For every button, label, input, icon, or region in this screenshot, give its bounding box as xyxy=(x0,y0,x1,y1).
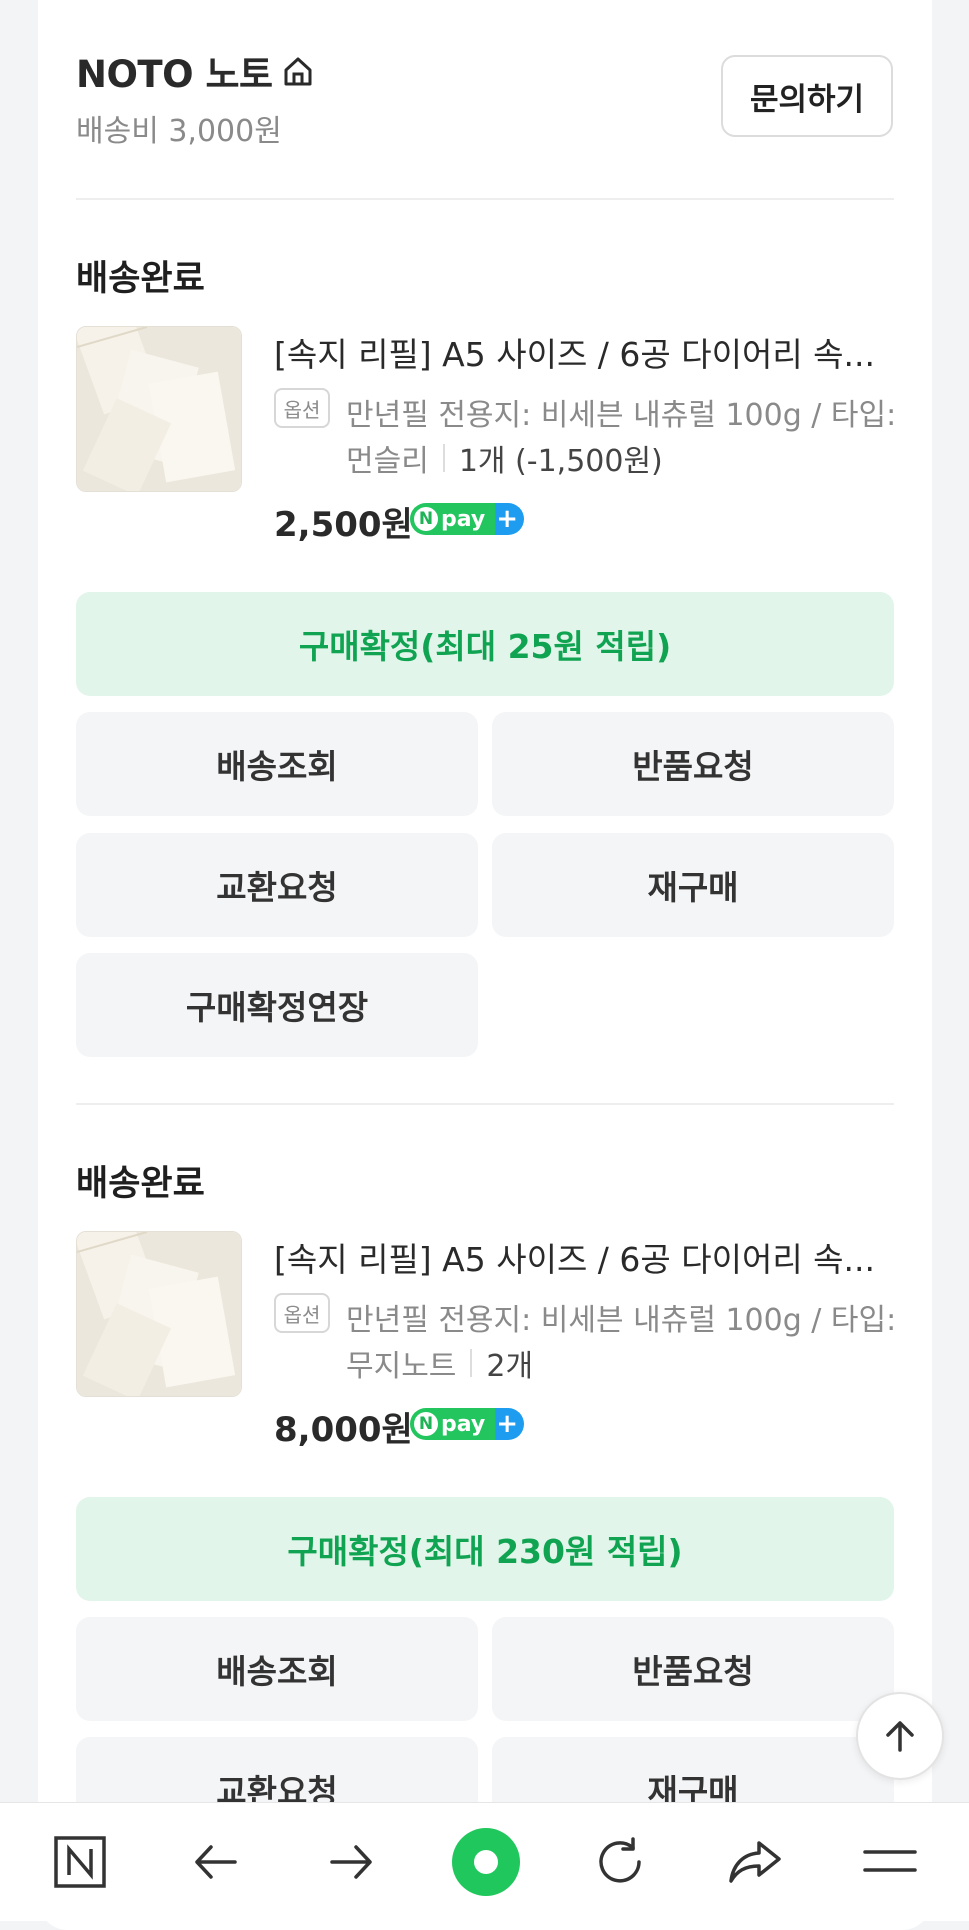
arrow-up-icon xyxy=(886,1721,914,1752)
npay-n-icon: N xyxy=(414,1412,438,1436)
return-request-button[interactable]: 반품요청 xyxy=(492,1617,894,1721)
quantity: 2개 xyxy=(486,1349,534,1384)
plus-icon: + xyxy=(496,504,518,534)
refresh-icon[interactable] xyxy=(580,1803,660,1921)
npay-plus-badge: N pay + xyxy=(410,503,524,535)
scroll-to-top-button[interactable] xyxy=(856,1692,944,1780)
quantity: 1개 (-1,500원) xyxy=(458,444,663,479)
confirm-purchase-button[interactable]: 구매확정(최대 25원 적립) xyxy=(76,592,894,696)
store-header[interactable]: NOTO 노토 xyxy=(76,44,315,98)
product-title[interactable]: [속지 리필] A5 사이즈 / 6공 다이어리 속... xyxy=(274,1233,894,1281)
back-arrow-icon[interactable] xyxy=(176,1803,256,1921)
product-title[interactable]: [속지 리필] A5 사이즈 / 6공 다이어리 속... xyxy=(274,328,894,376)
menu-icon[interactable] xyxy=(850,1803,930,1921)
home-icon xyxy=(281,54,315,88)
npay-n-icon: N xyxy=(414,507,438,531)
delivery-status: 배송완료 xyxy=(76,259,205,299)
extend-confirm-button[interactable]: 구매확정연장 xyxy=(76,953,478,1057)
store-name: NOTO 노토 xyxy=(76,53,273,96)
npay-plus-badge: N pay + xyxy=(410,1408,524,1440)
green-dot-icon[interactable] xyxy=(446,1803,526,1921)
shipping-fee: 배송비 3,000원 xyxy=(76,114,282,149)
confirm-purchase-button[interactable]: 구매확정(최대 230원 적립) xyxy=(76,1497,894,1601)
return-request-button[interactable]: 반품요청 xyxy=(492,712,894,816)
naver-n-icon[interactable] xyxy=(40,1803,120,1921)
npay-label: pay xyxy=(441,1411,486,1437)
option-badge: 옵션 xyxy=(274,388,330,428)
browser-navbar xyxy=(0,1802,969,1921)
track-delivery-button[interactable]: 배송조회 xyxy=(76,1617,478,1721)
forward-arrow-icon[interactable] xyxy=(311,1803,391,1921)
divider xyxy=(76,198,894,200)
inquiry-button[interactable]: 문의하기 xyxy=(721,55,893,137)
option-detail: 먼슬리 1개 (-1,500원) xyxy=(346,436,663,480)
option-detail: 무지노트 2개 xyxy=(346,1341,533,1385)
separator xyxy=(442,444,445,472)
price: 2,500원 xyxy=(274,505,413,545)
divider xyxy=(76,1103,894,1105)
repurchase-button[interactable]: 재구매 xyxy=(492,833,894,937)
option-value: 먼슬리 xyxy=(346,444,429,479)
option-value: 무지노트 xyxy=(346,1349,457,1384)
plus-icon: + xyxy=(496,1409,518,1439)
separator xyxy=(470,1349,473,1377)
share-icon[interactable] xyxy=(715,1803,795,1921)
option-text: 만년필 전용지: 비세븐 내츄럴 100g / 타입: xyxy=(346,1303,897,1338)
product-thumbnail[interactable] xyxy=(76,1231,242,1397)
npay-label: pay xyxy=(441,506,486,532)
price: 8,000원 xyxy=(274,1410,413,1450)
exchange-request-button[interactable]: 교환요청 xyxy=(76,833,478,937)
product-thumbnail[interactable] xyxy=(76,326,242,492)
delivery-status: 배송완료 xyxy=(76,1164,205,1204)
option-badge: 옵션 xyxy=(274,1293,330,1333)
option-text: 만년필 전용지: 비세븐 내츄럴 100g / 타입: xyxy=(346,398,897,433)
track-delivery-button[interactable]: 배송조회 xyxy=(76,712,478,816)
